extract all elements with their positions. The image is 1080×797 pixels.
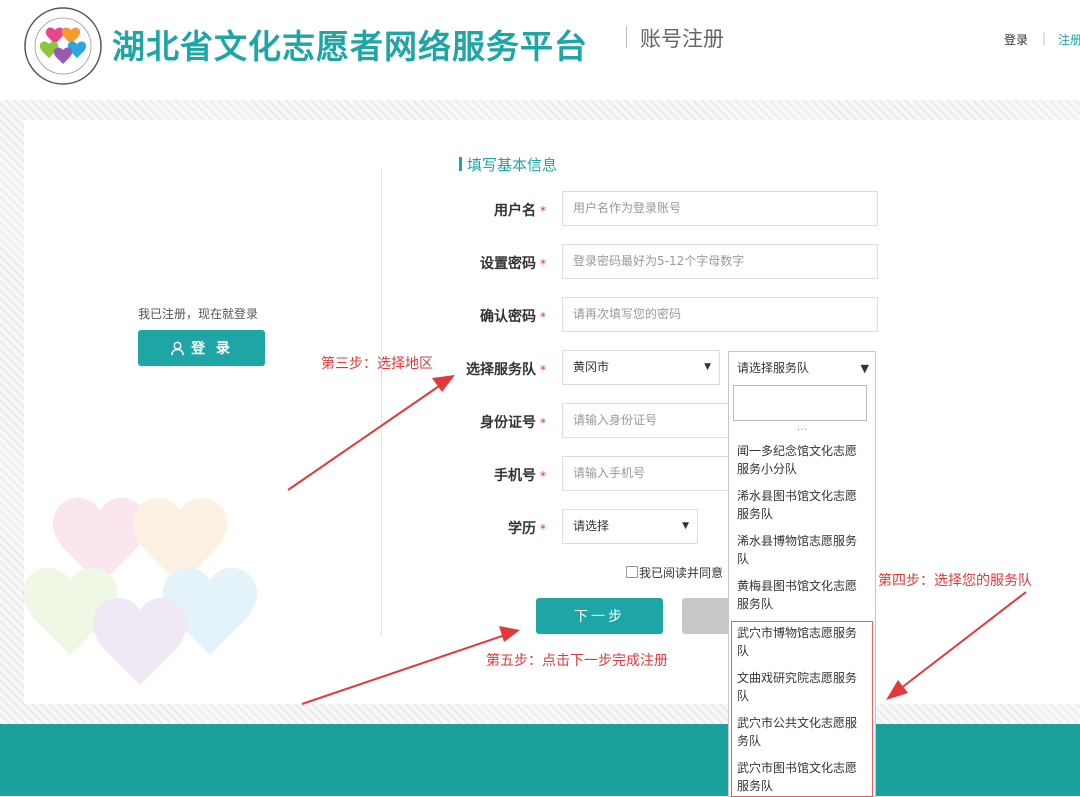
id-number-input[interactable]: 请输入身份证号: [562, 403, 732, 438]
section-marker: [459, 157, 462, 171]
header-register-link[interactable]: 注册: [1058, 31, 1080, 48]
caret-down-icon: ▼: [682, 521, 689, 531]
required-mark: *: [540, 204, 546, 218]
section-title: 填写基本信息: [467, 156, 558, 174]
team-search-input[interactable]: [733, 385, 867, 421]
caret-down-icon: ▼: [704, 362, 711, 372]
required-mark: *: [540, 310, 546, 324]
team-select-value: 请选择服务队: [737, 361, 810, 375]
already-registered-text: 我已注册，现在就登录: [138, 307, 259, 321]
title-separator: [626, 26, 627, 48]
annotation-step4: 第四步：选择您的服务队: [878, 573, 1032, 589]
site-title: 湖北省文化志愿者网络服务平台: [112, 27, 588, 66]
agree-checkbox[interactable]: [626, 566, 638, 578]
team-option[interactable]: 闻一多纪念馆文化志愿服务小分队: [737, 442, 867, 478]
phone-label: 手机号 *: [494, 468, 546, 484]
footer: [0, 724, 1080, 796]
page-subtitle: 账号注册: [640, 27, 724, 51]
region-select[interactable]: 黄冈市 ▼: [562, 350, 720, 385]
confirm-password-label: 确认密码 *: [480, 309, 546, 325]
required-mark: *: [540, 257, 546, 271]
region-select-value: 黄冈市: [573, 360, 610, 374]
education-select-value: 请选择: [573, 519, 610, 533]
username-label: 用户名 *: [494, 203, 546, 219]
volunteer-hearts-logo-icon[interactable]: [22, 6, 104, 86]
required-mark: *: [540, 416, 546, 430]
agree-text: 我已阅读并同意: [639, 566, 724, 580]
vertical-divider: [381, 168, 382, 636]
annotation-highlight-box: [731, 621, 873, 797]
header-login-link[interactable]: 登录: [1004, 31, 1028, 48]
team-option[interactable]: 浠水县博物馆志愿服务队: [737, 532, 867, 568]
team-select[interactable]: 请选择服务队 ▼: [729, 352, 875, 385]
dropdown-more: ...: [796, 420, 808, 433]
team-dropdown[interactable]: 请选择服务队 ▼ ... 闻一多纪念馆文化志愿服务小分队 浠水县图书馆文化志愿服务…: [728, 351, 876, 797]
confirm-password-input[interactable]: 请再次填写您的密码: [562, 297, 878, 332]
caret-down-icon: ▼: [860, 362, 869, 375]
login-button[interactable]: 登 录: [138, 330, 265, 366]
team-label: 选择服务队 *: [466, 362, 546, 378]
required-mark: *: [540, 522, 546, 536]
team-option[interactable]: 黄梅县图书馆文化志愿服务队: [737, 577, 867, 613]
annotation-step3: 第三步：选择地区: [321, 356, 433, 372]
phone-input[interactable]: 请输入手机号: [562, 456, 732, 491]
education-select[interactable]: 请选择 ▼: [562, 509, 698, 544]
password-label: 设置密码 *: [480, 256, 546, 272]
login-button-label: 登 录: [191, 341, 233, 357]
user-icon: [171, 341, 184, 355]
next-step-button[interactable]: 下一步: [536, 598, 663, 634]
education-label: 学历 *: [508, 521, 546, 537]
required-mark: *: [540, 363, 546, 377]
background-hearts-icon: [22, 497, 258, 685]
id-number-label: 身份证号 *: [480, 415, 546, 431]
password-input[interactable]: 登录密码最好为5-12个字母数字: [562, 244, 878, 279]
username-input[interactable]: 用户名作为登录账号: [562, 191, 878, 226]
required-mark: *: [540, 469, 546, 483]
annotation-step5: 第五步：点击下一步完成注册: [486, 653, 668, 669]
team-option[interactable]: 浠水县图书馆文化志愿服务队: [737, 487, 867, 523]
secondary-button[interactable]: [682, 598, 728, 634]
header-link-separator: |: [1042, 31, 1047, 45]
